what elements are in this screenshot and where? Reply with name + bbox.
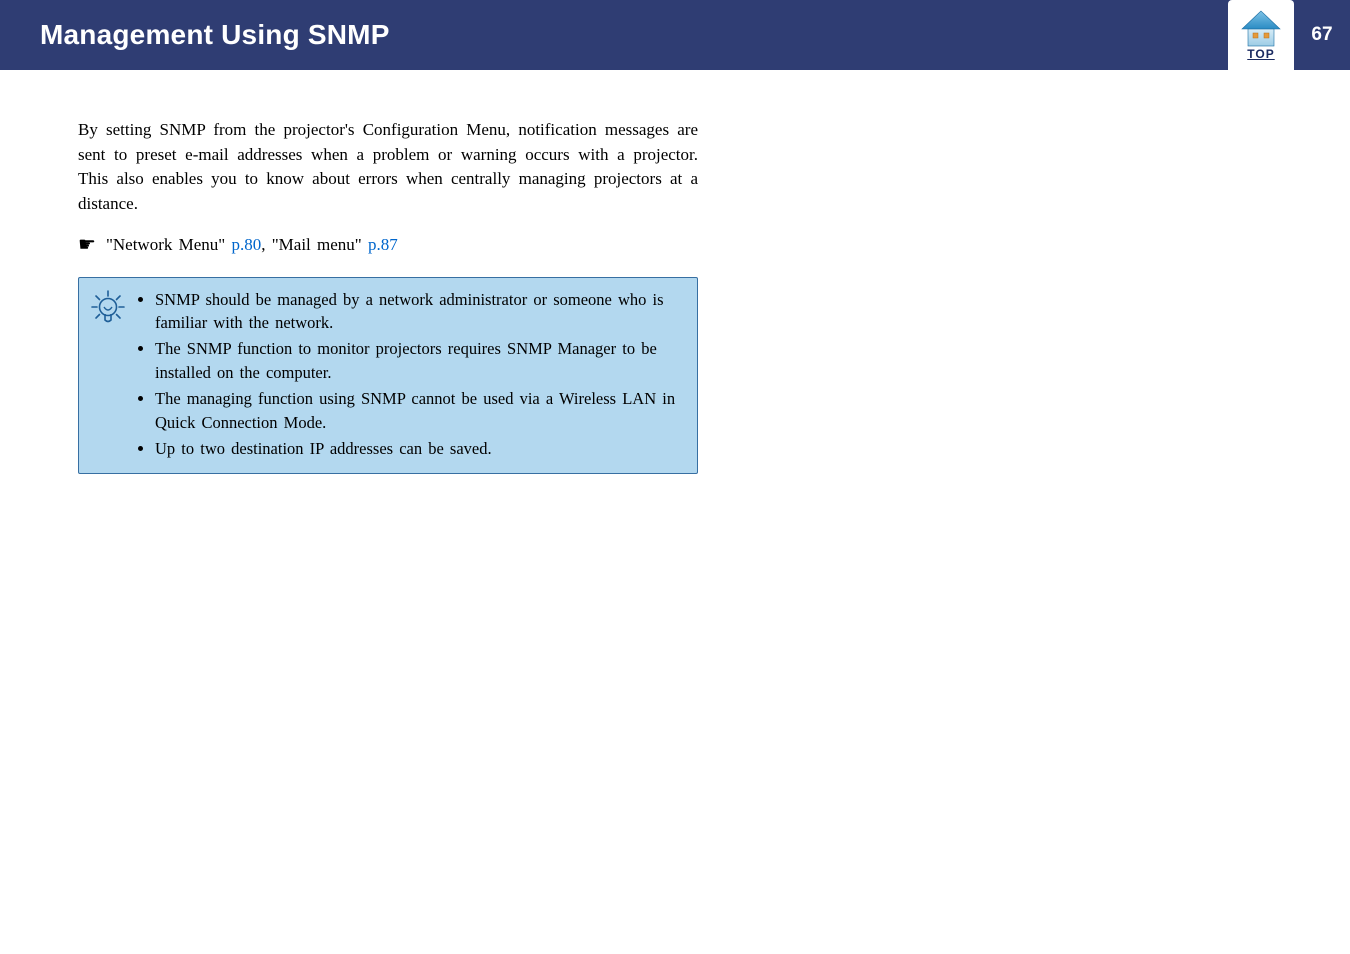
link-network-menu[interactable]: p.80 — [231, 235, 261, 254]
list-item: The SNMP function to monitor projectors … — [155, 337, 681, 385]
tip-list: SNMP should be managed by a network admi… — [139, 288, 681, 463]
list-item: The managing function using SNMP cannot … — [155, 387, 681, 435]
header-right: TOP 67 — [1228, 0, 1350, 70]
page-number: 67 — [1294, 24, 1350, 46]
link-mail-menu[interactable]: p.87 — [368, 235, 398, 254]
list-item: SNMP should be managed by a network admi… — [155, 288, 681, 336]
intro-paragraph: By setting SNMP from the projector's Con… — [78, 118, 698, 217]
see-also-line: ☛ "Network Menu" p.80, "Mail menu" p.87 — [78, 235, 698, 255]
see-mid: , "Mail menu" — [261, 235, 368, 254]
top-label: TOP — [1247, 47, 1274, 61]
lightbulb-icon — [91, 288, 125, 335]
tip-box: SNMP should be managed by a network admi… — [78, 277, 698, 474]
content-column: By setting SNMP from the projector's Con… — [0, 70, 698, 474]
list-item: Up to two destination IP addresses can b… — [155, 437, 681, 461]
page-header: Management Using SNMP — [0, 0, 1350, 70]
top-link[interactable]: TOP — [1228, 0, 1294, 70]
pointer-icon: ☛ — [78, 235, 96, 255]
see-prefix: "Network Menu" — [106, 235, 232, 254]
page-title: Management Using SNMP — [40, 19, 390, 51]
home-icon — [1238, 9, 1284, 49]
see-also-text: "Network Menu" p.80, "Mail menu" p.87 — [106, 235, 398, 255]
